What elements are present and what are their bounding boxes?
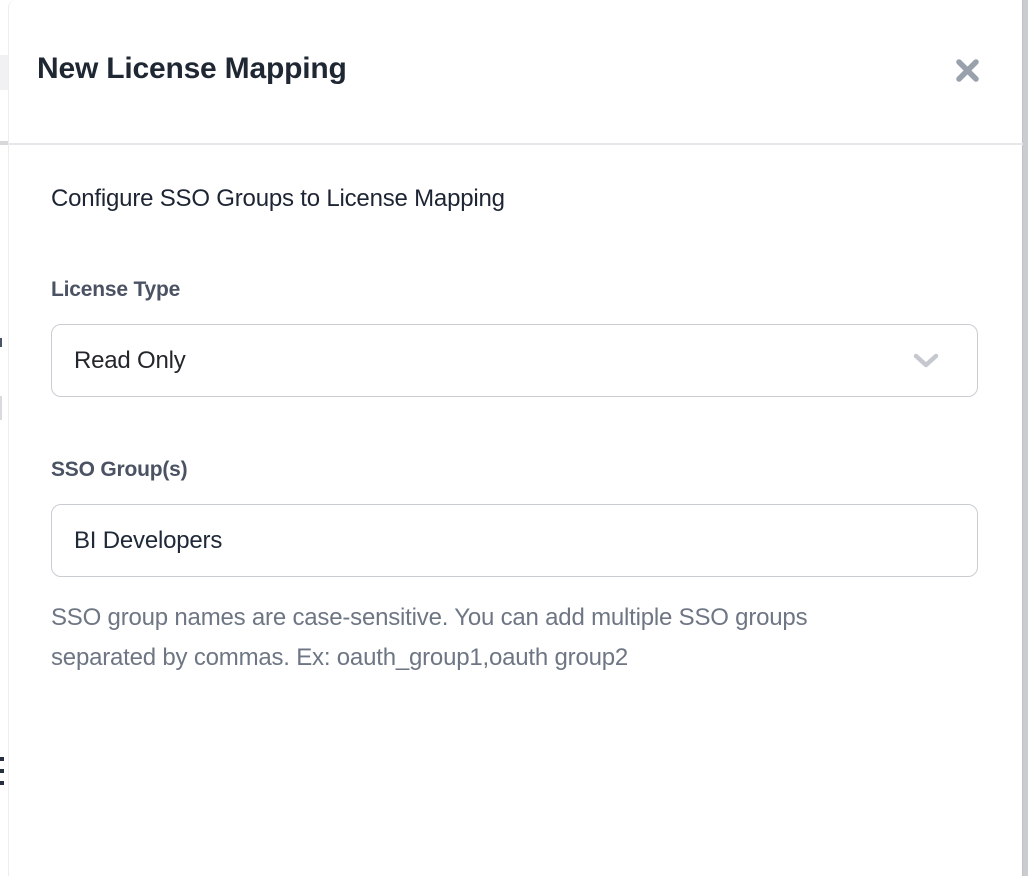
modal-header: New License Mapping — [9, 0, 1022, 143]
sso-groups-helper-text: SSO group names are case-sensitive. You … — [51, 598, 901, 678]
background-page-fragment — [0, 338, 2, 347]
hamburger-bar — [0, 757, 4, 761]
license-type-selected-value: Read Only — [74, 347, 186, 375]
close-button[interactable] — [945, 48, 989, 92]
hamburger-menu-icon[interactable] — [0, 757, 5, 788]
background-page-fragment — [0, 396, 2, 420]
license-type-select[interactable]: Read Only — [51, 324, 978, 397]
close-icon — [954, 57, 981, 84]
scrollbar[interactable] — [1022, 0, 1028, 876]
hamburger-bar — [0, 781, 4, 785]
license-type-label: License Type — [51, 278, 180, 302]
hamburger-bar — [0, 769, 4, 773]
modal-title: New License Mapping — [37, 52, 347, 86]
modal-body: Configure SSO Groups to License Mapping … — [9, 145, 1022, 876]
chevron-down-icon — [913, 353, 939, 368]
sso-groups-input[interactable] — [51, 504, 978, 577]
sso-groups-label: SSO Group(s) — [51, 458, 187, 482]
modal-subtitle: Configure SSO Groups to License Mapping — [51, 185, 505, 213]
new-license-mapping-modal: New License Mapping Configure SSO Groups… — [8, 0, 1022, 876]
